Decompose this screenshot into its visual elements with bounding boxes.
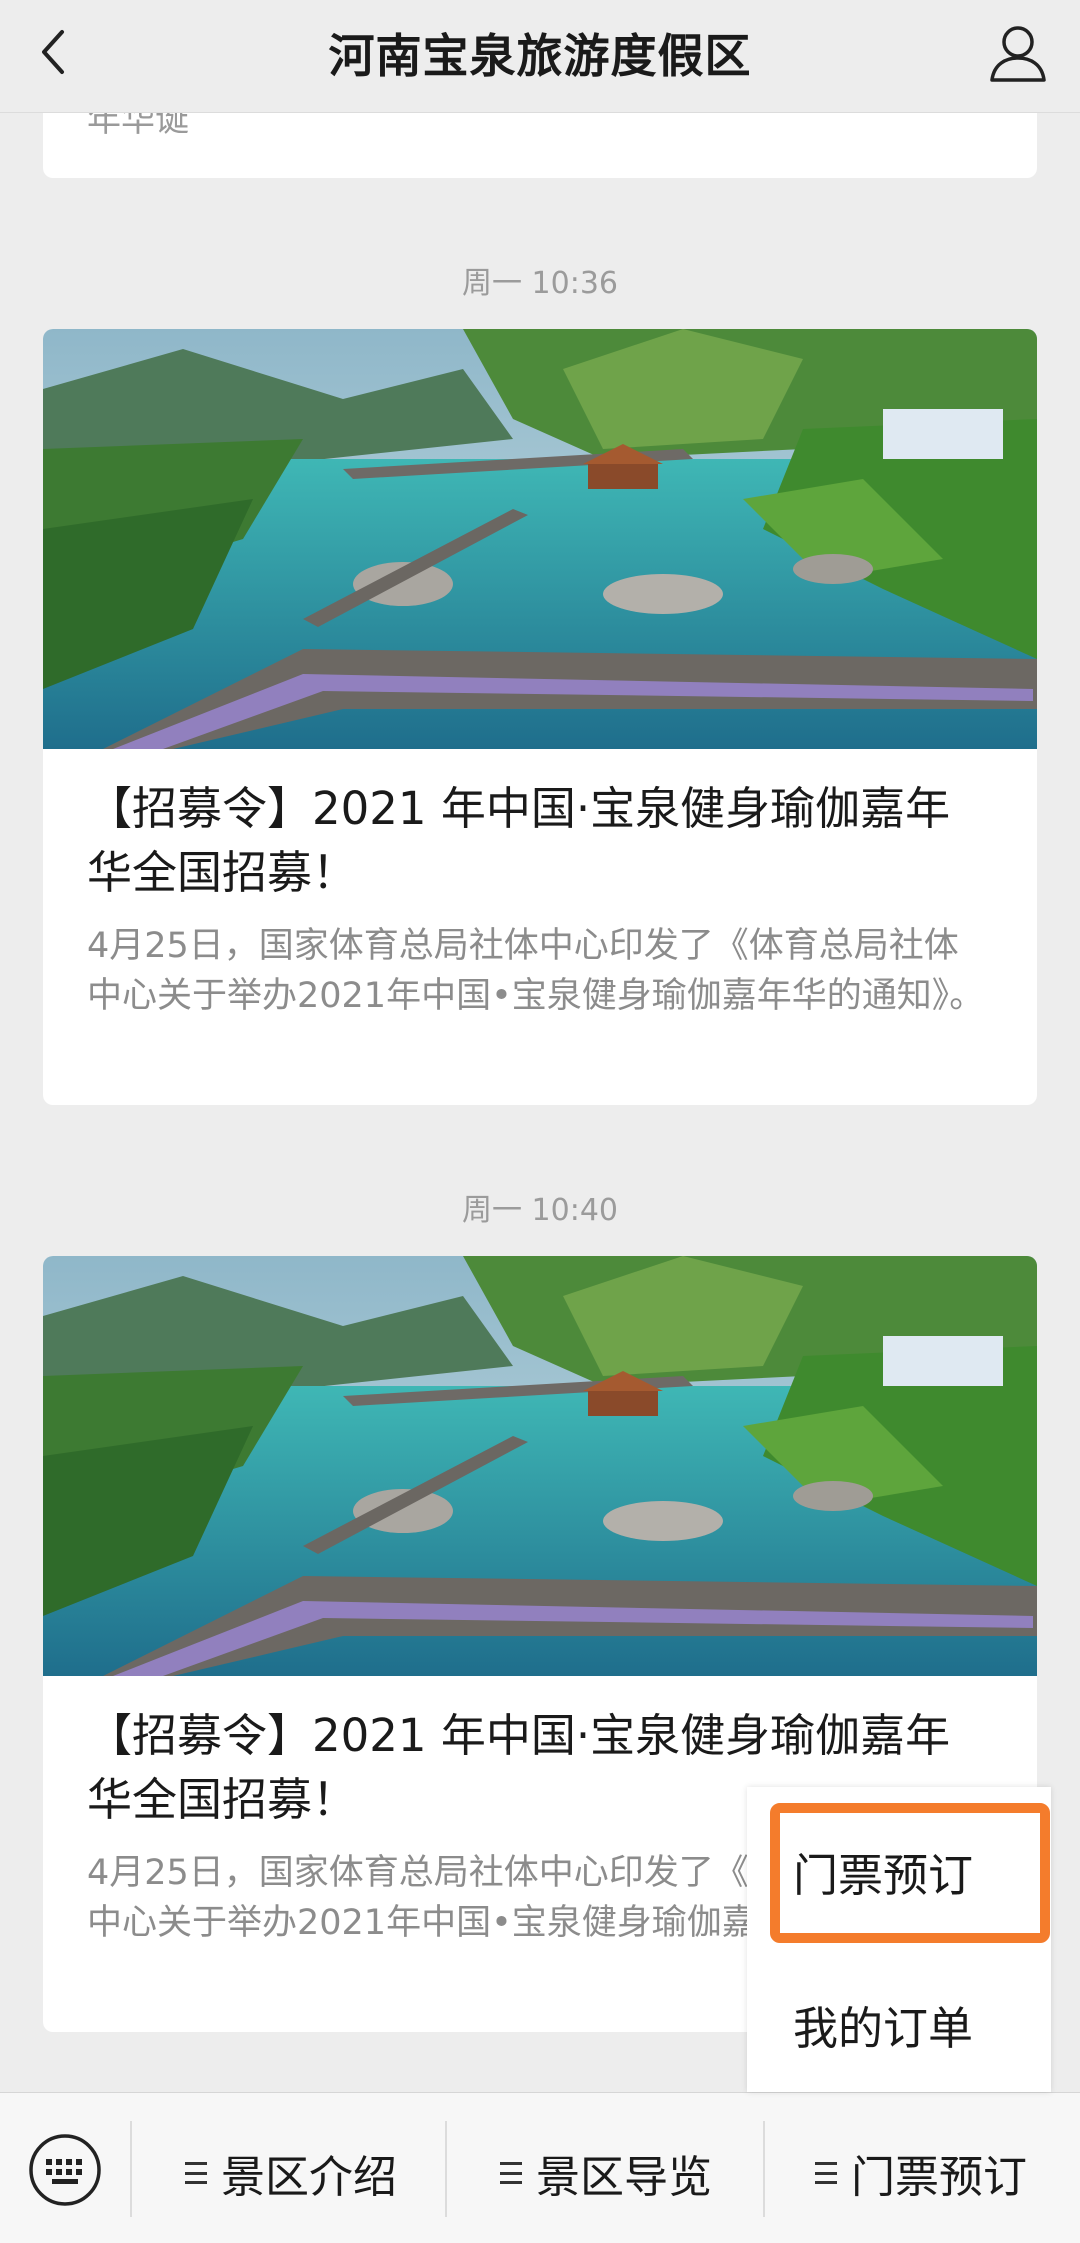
menu-ticket-booking[interactable]: 门票预订: [815, 2141, 1027, 2205]
article-cover-image: [43, 329, 1037, 749]
article-summary: 4月25日，国家体育总局社体中心印发了《体育总局社体中心关于举办2021年中国•…: [87, 926, 985, 1016]
menu-label: 景区介绍: [221, 2152, 397, 2203]
menu-label: 门票预订: [851, 2152, 1027, 2203]
timestamp: 周一 10:36: [462, 266, 618, 301]
menu-list-icon: [500, 2162, 522, 2184]
keyboard-icon[interactable]: [28, 2133, 102, 2207]
message-feed: 年华诞 周一 10:36 【招募令】2021 年中国·宝泉健身瑜伽嘉年华全国招募…: [0, 0, 1080, 2092]
page-title: 河南宝泉旅游度假区: [328, 29, 752, 83]
article-card[interactable]: 【招募令】2021 年中国·宝泉健身瑜伽嘉年华全国招募！ 4月25日，国家体育总…: [43, 329, 1037, 1105]
article-title: 【招募令】2021 年中国·宝泉健身瑜伽嘉年华全国招募！: [87, 782, 951, 899]
menu-scenic-guide[interactable]: 景区导览: [500, 2141, 712, 2205]
menu-list-icon: [185, 2162, 207, 2184]
menu-divider: [763, 2121, 765, 2217]
menu-list-icon: [815, 2162, 837, 2184]
top-navigation-bar: 河南宝泉旅游度假区: [0, 0, 1080, 113]
submenu-item-ticket-booking[interactable]: 门票预订: [793, 1839, 973, 1904]
user-icon[interactable]: [984, 18, 1052, 86]
menu-divider: [445, 2121, 447, 2217]
menu-scenic-intro[interactable]: 景区介绍: [185, 2141, 397, 2205]
article-cover-image: [43, 1256, 1037, 1676]
timestamp: 周一 10:40: [462, 1193, 618, 1228]
submenu-item-my-orders[interactable]: 我的订单: [793, 1992, 973, 2057]
menu-divider: [130, 2121, 132, 2217]
menu-label: 景区导览: [536, 2152, 712, 2203]
submenu-popup: 门票预订 我的订单: [747, 1787, 1051, 2092]
bottom-menu-bar: 景区介绍 景区导览 门票预订: [0, 2092, 1080, 2243]
